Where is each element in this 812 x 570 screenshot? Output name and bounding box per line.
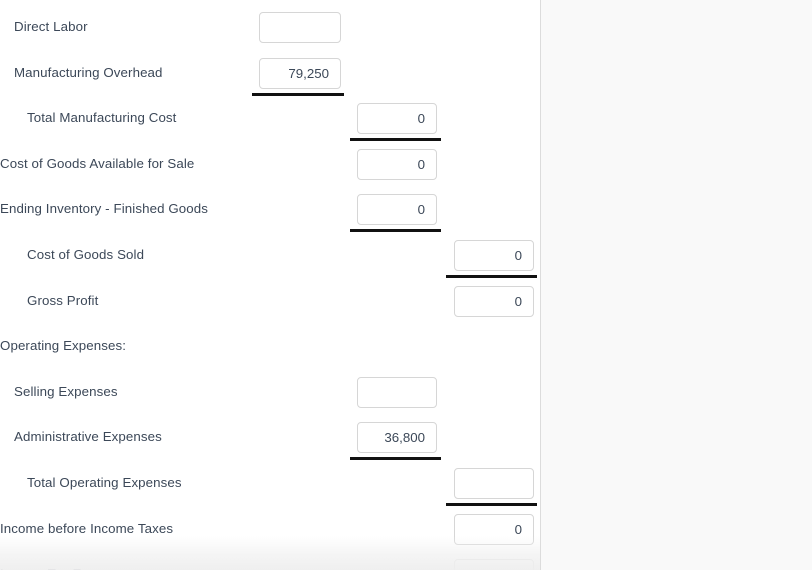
- worksheet-row: Selling Expenses: [0, 369, 540, 415]
- row-label-income-tax-expense: Income Tax Expense: [0, 551, 125, 570]
- amount-cell-income-tax-expense: [446, 559, 537, 570]
- amount-cell-direct-labor: [252, 12, 344, 43]
- right-side-panel: [540, 0, 812, 570]
- amount-input-manufacturing-overhead[interactable]: [259, 57, 341, 89]
- amount-cell-cost-of-goods-sold: [446, 240, 537, 278]
- worksheet-row: Cost of Goods Available for Sale: [0, 141, 540, 187]
- amount-cell-ending-inventory-finished-goods: [350, 194, 441, 233]
- worksheet-row: Total Operating Expenses: [0, 460, 540, 506]
- amount-input-total-manufacturing-cost[interactable]: [357, 103, 437, 135]
- row-label-total-manufacturing-cost: Total Manufacturing Cost: [27, 110, 177, 126]
- row-label-manufacturing-overhead: Manufacturing Overhead: [14, 64, 163, 80]
- amount-cell-administrative-expenses: [350, 422, 441, 461]
- amount-cell-total-operating-expenses: [446, 468, 537, 506]
- worksheet-row: Operating Expenses:: [0, 323, 540, 369]
- amount-input-administrative-expenses[interactable]: [357, 422, 437, 454]
- row-label-operating-expenses-heading: Operating Expenses:: [0, 338, 127, 354]
- row-label-cost-of-goods-sold: Cost of Goods Sold: [27, 247, 145, 262]
- row-label-ending-inventory-finished-goods: Ending Inventory - Finished Goods: [0, 201, 209, 217]
- worksheet-row: Income before Income Taxes: [0, 506, 540, 552]
- worksheet-row: Total Manufacturing Cost: [0, 95, 540, 142]
- worksheet-row: Cost of Goods Sold: [0, 232, 540, 278]
- worksheet-row: Income Tax Expense: [0, 551, 540, 570]
- amount-cell-total-manufacturing-cost: [350, 103, 441, 142]
- amount-input-income-before-income-taxes[interactable]: [454, 513, 534, 545]
- row-label-cost-of-goods-available-for-sale: Cost of Goods Available for Sale: [0, 155, 195, 171]
- row-label-total-operating-expenses: Total Operating Expenses: [27, 475, 182, 490]
- amount-cell-selling-expenses: [350, 376, 441, 408]
- row-label-administrative-expenses: Administrative Expenses: [14, 429, 162, 445]
- worksheet-screen: Direct Labor Manufacturing Overhead Total …: [0, 0, 812, 570]
- row-label-gross-profit: Gross Profit: [27, 292, 99, 308]
- row-label-direct-labor: Direct Labor: [14, 19, 88, 34]
- amount-input-selling-expenses[interactable]: [357, 376, 437, 408]
- worksheet-row: Ending Inventory - Finished Goods: [0, 186, 540, 233]
- amount-cell-cost-of-goods-available-for-sale: [350, 148, 441, 180]
- worksheet-row: Administrative Expenses: [0, 414, 540, 461]
- amount-cell-manufacturing-overhead: [252, 57, 344, 96]
- amount-cell-gross-profit: [446, 285, 537, 317]
- worksheet-row: Direct Labor: [0, 4, 540, 50]
- amount-input-ending-inventory-finished-goods[interactable]: [357, 194, 437, 226]
- amount-input-cost-of-goods-sold[interactable]: [454, 240, 534, 271]
- amount-input-total-operating-expenses[interactable]: [454, 468, 534, 499]
- row-label-income-before-income-taxes: Income before Income Taxes: [0, 520, 174, 536]
- amount-cell-income-before-income-taxes: [446, 513, 537, 545]
- amount-input-direct-labor[interactable]: [259, 12, 341, 43]
- row-label-selling-expenses: Selling Expenses: [14, 383, 118, 399]
- worksheet-row: Manufacturing Overhead: [0, 50, 540, 96]
- amount-input-gross-profit[interactable]: [454, 285, 534, 317]
- income-statement-worksheet: Direct Labor Manufacturing Overhead Total …: [0, 0, 540, 570]
- worksheet-row: Gross Profit: [0, 278, 540, 324]
- amount-input-cost-of-goods-available-for-sale[interactable]: [357, 148, 437, 180]
- amount-input-income-tax-expense[interactable]: [454, 559, 534, 570]
